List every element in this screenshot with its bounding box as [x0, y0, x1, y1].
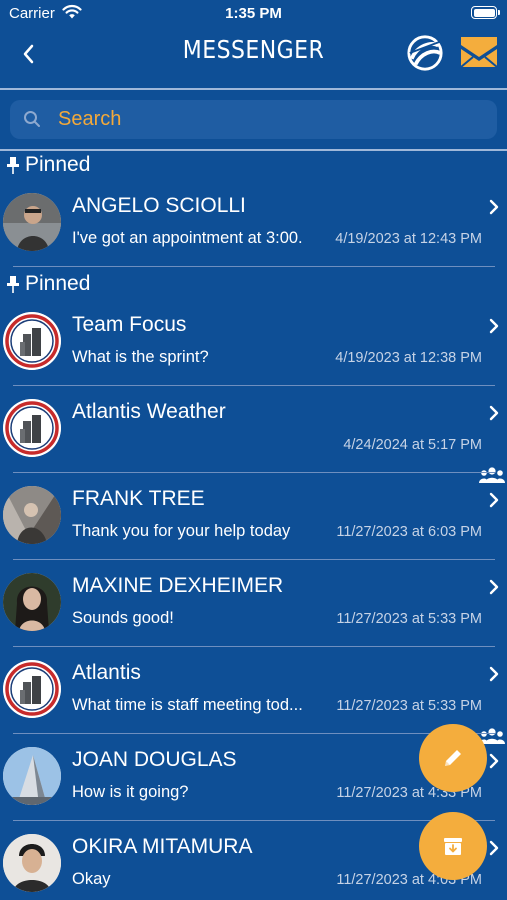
conversation-row[interactable]: Atlantis Weather 4/24/2024 at 5:17 PM — [0, 386, 507, 483]
compose-button[interactable] — [419, 724, 487, 792]
battery-icon — [471, 6, 500, 19]
chevron-right-icon — [489, 199, 499, 215]
message-timestamp: 4/19/2023 at 12:38 PM — [335, 350, 482, 366]
message-preview: What time is staff meeting tod... — [72, 696, 303, 714]
search-input[interactable] — [58, 100, 478, 139]
conversation-row[interactable]: ANGELO SCIOLLI I've got an appointment a… — [0, 180, 507, 267]
search-bar[interactable] — [10, 100, 497, 139]
message-timestamp: 11/27/2023 at 6:03 PM — [336, 524, 482, 540]
contact-name: Atlantis — [72, 661, 141, 684]
pencil-icon — [445, 750, 461, 766]
pin-icon — [7, 157, 19, 174]
contact-name: MAXINE DEXHEIMER — [72, 574, 284, 597]
contact-name: FRANK TREE — [72, 487, 205, 510]
conversation-row[interactable]: MAXINE DEXHEIMER Sounds good! 11/27/2023… — [0, 560, 507, 647]
search-icon — [24, 111, 40, 127]
avatar — [3, 747, 61, 805]
chevron-right-icon — [489, 666, 499, 682]
message-preview: How is it going? — [72, 783, 189, 801]
nav-bar: MESSENGER — [0, 30, 507, 88]
avatar — [3, 399, 61, 457]
message-timestamp: 11/27/2023 at 5:33 PM — [336, 698, 482, 714]
archive-icon — [444, 838, 462, 855]
clock: 1:35 PM — [225, 5, 282, 22]
section-header-label: Pinned — [25, 272, 91, 295]
header-divider — [0, 88, 507, 90]
avatar — [3, 312, 61, 370]
chevron-right-icon — [489, 840, 499, 856]
section-header-label: Pinned — [25, 153, 91, 176]
contact-name: JOAN DOUGLAS — [72, 748, 237, 771]
row-divider — [13, 265, 495, 267]
conversation-row[interactable]: Atlantis What time is staff meeting tod.… — [0, 647, 507, 744]
mail-icon[interactable] — [459, 33, 499, 71]
message-timestamp: 4/24/2024 at 5:17 PM — [343, 437, 482, 453]
avatar — [3, 573, 61, 631]
avatar — [3, 834, 61, 892]
chevron-right-icon — [489, 318, 499, 334]
section-header-pinned: Pinned — [0, 269, 507, 299]
contact-name: Team Focus — [72, 313, 187, 336]
message-preview: Sounds good! — [72, 609, 174, 627]
section-header-pinned: Pinned — [0, 150, 507, 180]
message-preview: Okay — [72, 870, 111, 888]
avatar — [3, 193, 61, 251]
conversation-row[interactable]: FRANK TREE Thank you for your help today… — [0, 473, 507, 560]
avatar — [3, 486, 61, 544]
brand-logo-icon[interactable] — [406, 34, 444, 72]
message-preview: I've got an appointment at 3:00. — [72, 229, 303, 247]
contact-name: OKIRA MITAMURA — [72, 835, 253, 858]
status-bar: Carrier 1:35 PM — [0, 0, 507, 30]
chevron-right-icon — [489, 753, 499, 769]
conversation-list: Pinned ANGELO SCIOLLI I've got an appoin… — [0, 150, 507, 900]
contact-name: ANGELO SCIOLLI — [72, 194, 246, 217]
message-timestamp: 4/19/2023 at 12:43 PM — [335, 231, 482, 247]
chevron-right-icon — [489, 579, 499, 595]
conversation-row[interactable]: Team Focus What is the sprint? 4/19/2023… — [0, 299, 507, 386]
archive-button[interactable] — [419, 812, 487, 880]
pin-icon — [7, 276, 19, 293]
avatar — [3, 660, 61, 718]
contact-name: Atlantis Weather — [72, 400, 226, 423]
message-timestamp: 11/27/2023 at 5:33 PM — [336, 611, 482, 627]
message-preview: What is the sprint? — [72, 348, 209, 366]
chevron-right-icon — [489, 492, 499, 508]
chevron-right-icon — [489, 405, 499, 421]
message-preview: Thank you for your help today — [72, 522, 291, 540]
